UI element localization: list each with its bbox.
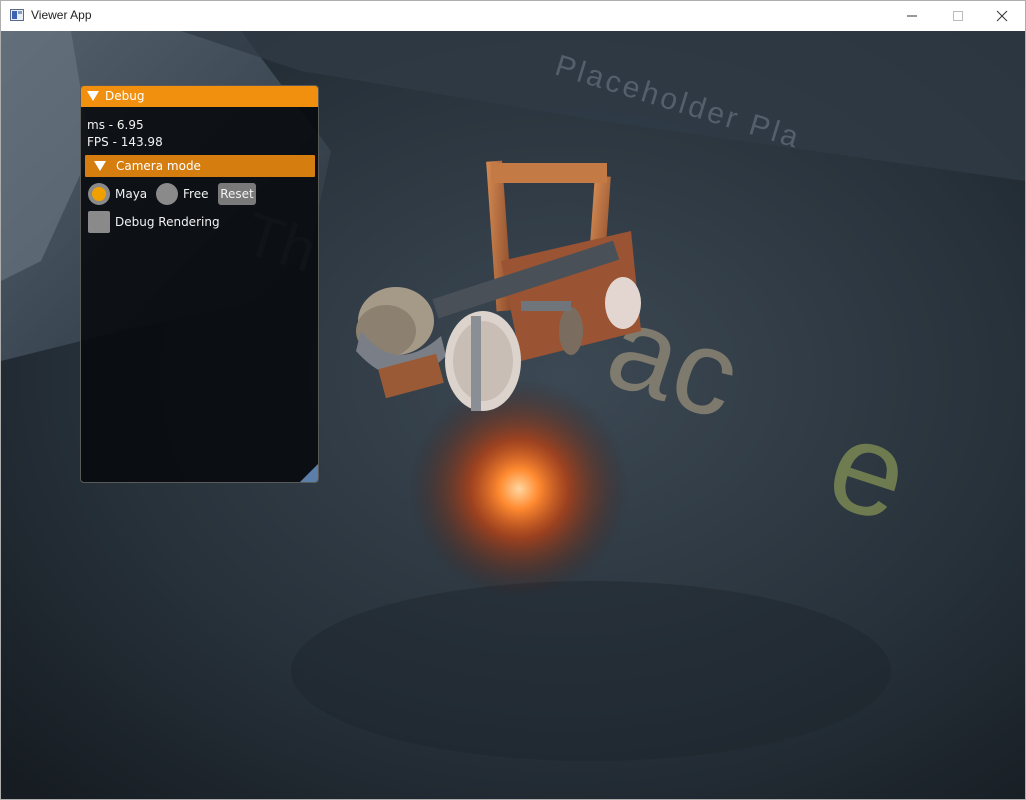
fps-readout: FPS - 143.98	[87, 135, 163, 149]
free-label[interactable]: Free	[183, 187, 208, 201]
resize-grip[interactable]	[300, 464, 318, 482]
reset-button[interactable]: Reset	[218, 183, 256, 205]
maya-radio[interactable]	[88, 183, 110, 205]
scene-bottom-text: ..... ..... ..... ..... ..... ..... ....…	[1, 793, 313, 799]
debug-panel[interactable]: Debug ms - 6.95 FPS - 143.98 Camera mode…	[80, 85, 319, 483]
maximize-icon	[953, 11, 963, 21]
minimize-button[interactable]	[889, 1, 935, 31]
debug-rendering-checkbox[interactable]	[88, 211, 110, 233]
camera-mode-label: Camera mode	[116, 159, 201, 173]
debug-panel-header[interactable]: Debug	[81, 86, 318, 107]
app-window: Viewer App ac e Placeholder Pla ..... ..…	[0, 0, 1026, 800]
debug-rendering-label[interactable]: Debug Rendering	[115, 215, 220, 229]
debug-panel-title: Debug	[105, 89, 145, 103]
free-radio[interactable]	[156, 183, 178, 205]
minimize-icon	[907, 15, 917, 17]
window-title: Viewer App	[31, 8, 92, 22]
collapse-triangle-icon[interactable]	[87, 91, 99, 101]
title-bar[interactable]: Viewer App	[1, 1, 1025, 31]
ms-readout: ms - 6.95	[87, 118, 144, 132]
close-icon	[996, 10, 1008, 22]
app-icon	[10, 9, 24, 21]
camera-mode-section[interactable]: Camera mode	[85, 155, 315, 177]
maximize-button[interactable]	[935, 1, 981, 31]
3d-viewport[interactable]: ac e Th	[1, 31, 1025, 799]
close-button[interactable]	[979, 1, 1025, 31]
section-triangle-icon[interactable]	[94, 161, 106, 171]
maya-label[interactable]: Maya	[115, 187, 147, 201]
